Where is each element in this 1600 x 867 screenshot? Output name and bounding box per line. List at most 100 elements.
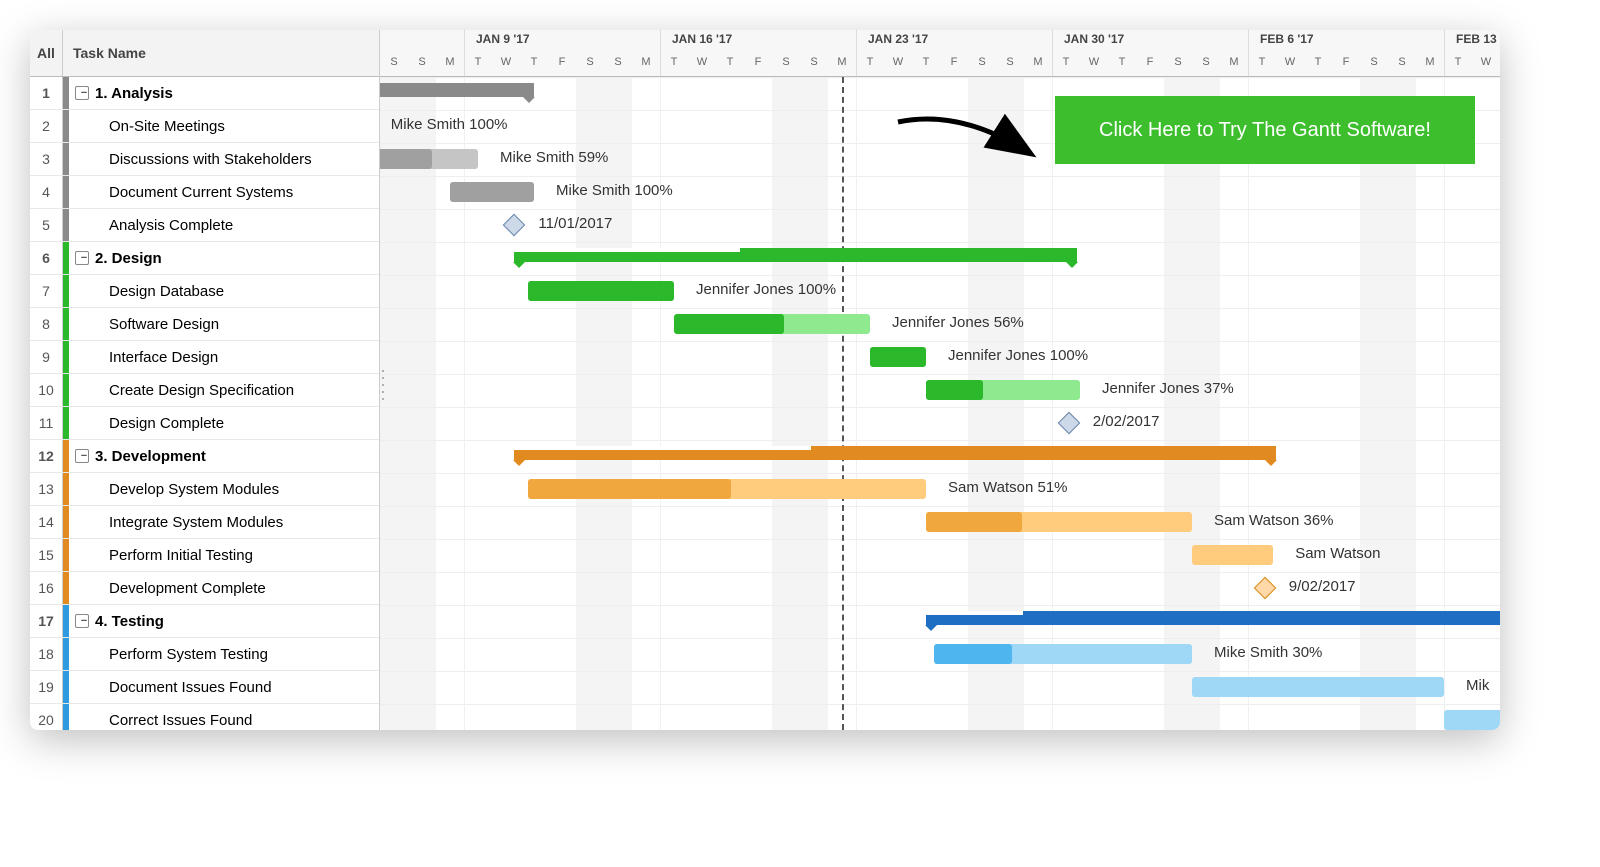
weekend-shade: [1360, 77, 1388, 730]
task-bar[interactable]: [926, 512, 1192, 532]
task-name-cell[interactable]: On-Site Meetings: [69, 110, 379, 142]
task-name-cell[interactable]: Document Current Systems: [69, 176, 379, 208]
collapse-toggle[interactable]: −: [75, 86, 89, 100]
grid-week-line: [464, 77, 465, 730]
task-row[interactable]: 7Design Database: [30, 275, 379, 308]
task-name-cell[interactable]: Create Design Specification: [69, 374, 379, 406]
day-label: F: [1332, 56, 1360, 68]
task-row[interactable]: 10Create Design Specification: [30, 374, 379, 407]
task-name-cell[interactable]: −2. Design: [69, 242, 379, 274]
task-name-cell[interactable]: Discussions with Stakeholders: [69, 143, 379, 175]
task-name-cell[interactable]: −4. Testing: [69, 605, 379, 637]
bar-label: Jennifer Jones 100%: [948, 347, 1088, 364]
column-header-task-name[interactable]: Task Name: [63, 30, 379, 76]
task-bar[interactable]: [1192, 545, 1273, 565]
task-name-cell[interactable]: Develop System Modules: [69, 473, 379, 505]
milestone-icon[interactable]: [1253, 577, 1276, 600]
task-row[interactable]: 13Develop System Modules: [30, 473, 379, 506]
day-label: T: [1248, 56, 1276, 68]
grid-row-line: [380, 506, 1500, 507]
task-row[interactable]: 17−4. Testing: [30, 605, 379, 638]
collapse-toggle[interactable]: −: [75, 449, 89, 463]
bar-label: Mik: [1466, 677, 1489, 694]
task-bar[interactable]: [528, 281, 674, 301]
summary-bar[interactable]: [926, 611, 1500, 625]
grid-row-line: [380, 572, 1500, 573]
task-name-cell[interactable]: Correct Issues Found: [69, 704, 379, 730]
task-row[interactable]: 4Document Current Systems: [30, 176, 379, 209]
task-name-cell[interactable]: −1. Analysis: [69, 77, 379, 109]
day-label: F: [548, 56, 576, 68]
task-row[interactable]: 14Integrate System Modules: [30, 506, 379, 539]
weekend-shade: [968, 77, 996, 730]
collapse-toggle[interactable]: −: [75, 251, 89, 265]
day-label: W: [492, 56, 520, 68]
day-label: T: [1304, 56, 1332, 68]
task-progress: [934, 644, 1011, 664]
task-row[interactable]: 19Document Issues Found: [30, 671, 379, 704]
day-label: S: [996, 56, 1024, 68]
task-name-cell[interactable]: Development Complete: [69, 572, 379, 604]
task-name-cell[interactable]: Interface Design: [69, 341, 379, 373]
gantt-grid[interactable]: Mike Smith 100%Mike Smith 59%Mike Smith …: [380, 77, 1500, 730]
timeline-panel[interactable]: '7JAN 9 '17JAN 16 '17JAN 23 '17JAN 30 '1…: [380, 30, 1500, 730]
task-bar[interactable]: [934, 644, 1192, 664]
bar-label: Sam Watson 36%: [1214, 512, 1334, 529]
summary-bar[interactable]: [380, 83, 534, 97]
task-bar[interactable]: [870, 347, 926, 367]
day-label: M: [632, 56, 660, 68]
task-name-label: 2. Design: [95, 250, 162, 267]
task-name-label: Design Complete: [75, 415, 224, 432]
task-row[interactable]: 9Interface Design: [30, 341, 379, 374]
task-row[interactable]: 1−1. Analysis: [30, 77, 379, 110]
task-bar[interactable]: [674, 314, 870, 334]
grid-row-line: [380, 209, 1500, 210]
milestone-icon[interactable]: [503, 214, 526, 237]
task-row[interactable]: 15Perform Initial Testing: [30, 539, 379, 572]
task-row[interactable]: 8Software Design: [30, 308, 379, 341]
task-row[interactable]: 16Development Complete: [30, 572, 379, 605]
column-header-all[interactable]: All: [30, 30, 63, 76]
task-name-cell[interactable]: −3. Development: [69, 440, 379, 472]
task-name-cell[interactable]: Design Complete: [69, 407, 379, 439]
task-bar[interactable]: [528, 479, 926, 499]
collapse-toggle[interactable]: −: [75, 614, 89, 628]
task-row[interactable]: 11 Design Complete: [30, 407, 379, 440]
weekend-shade: [408, 77, 436, 730]
task-row[interactable]: 5Analysis Complete: [30, 209, 379, 242]
day-label: S: [1388, 56, 1416, 68]
column-resize-handle[interactable]: [380, 368, 385, 402]
bar-label: Jennifer Jones 56%: [892, 314, 1024, 331]
task-row[interactable]: 12−3. Development: [30, 440, 379, 473]
task-row[interactable]: 3Discussions with Stakeholders: [30, 143, 379, 176]
cta-button[interactable]: Click Here to Try The Gantt Software!: [1055, 96, 1475, 164]
task-name-cell[interactable]: Perform Initial Testing: [69, 539, 379, 571]
task-bar[interactable]: [926, 380, 1080, 400]
task-name-label: Perform System Testing: [75, 646, 268, 663]
summary-bar[interactable]: [514, 446, 1276, 460]
task-bar[interactable]: [1444, 710, 1500, 730]
task-name-cell[interactable]: Perform System Testing: [69, 638, 379, 670]
task-row[interactable]: 20Correct Issues Found: [30, 704, 379, 730]
summary-bar[interactable]: [514, 248, 1077, 262]
task-row[interactable]: 2On-Site Meetings: [30, 110, 379, 143]
task-row[interactable]: 18Perform System Testing: [30, 638, 379, 671]
milestone-icon[interactable]: [1057, 412, 1080, 435]
task-name-cell[interactable]: Integrate System Modules: [69, 506, 379, 538]
task-bar[interactable]: [450, 182, 534, 202]
task-row[interactable]: 6−2. Design: [30, 242, 379, 275]
task-name-cell[interactable]: Analysis Complete: [69, 209, 379, 241]
task-name-cell[interactable]: Document Issues Found: [69, 671, 379, 703]
grid-row-line: [380, 671, 1500, 672]
row-number: 11: [30, 407, 63, 439]
row-number: 9: [30, 341, 63, 373]
task-progress: [870, 347, 926, 367]
task-name-cell[interactable]: Software Design: [69, 308, 379, 340]
task-list-header: All Task Name: [30, 30, 379, 77]
task-bar[interactable]: [1192, 677, 1444, 697]
task-bar[interactable]: [380, 149, 478, 169]
row-number: 12: [30, 440, 63, 472]
weekend-shade: [772, 77, 800, 730]
week-label: FEB 13 '17: [1456, 32, 1500, 46]
task-name-cell[interactable]: Design Database: [69, 275, 379, 307]
